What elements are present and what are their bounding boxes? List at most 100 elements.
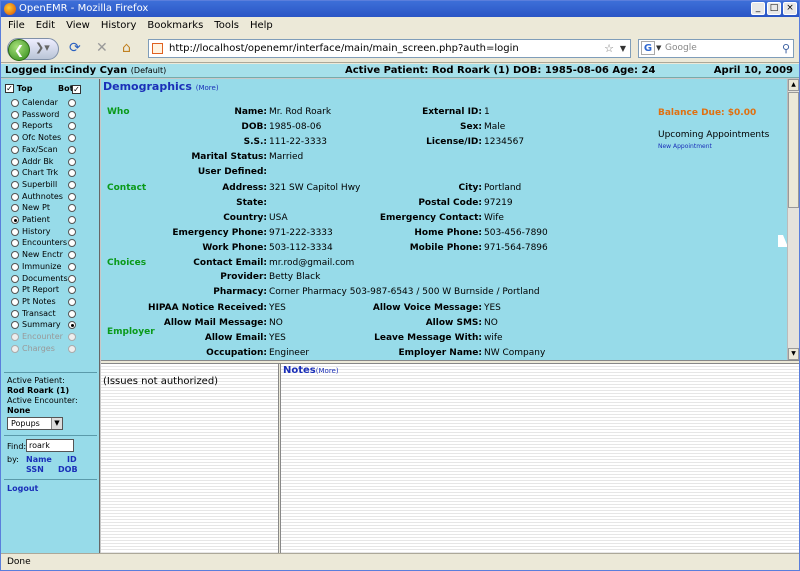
- menu-tools[interactable]: Tools: [214, 18, 239, 34]
- scroll-up-icon[interactable]: ▲: [788, 79, 799, 91]
- top-frame-radio[interactable]: [11, 122, 19, 131]
- top-frame-radio[interactable]: [11, 297, 19, 306]
- top-frame-radio[interactable]: [11, 216, 19, 224]
- top-frame-radio[interactable]: [11, 145, 19, 154]
- nav-item-fax-scan[interactable]: Fax/Scan: [11, 144, 91, 156]
- top-frame-radio[interactable]: [11, 239, 19, 248]
- menu-view[interactable]: View: [66, 18, 90, 34]
- bottom-frame-radio[interactable]: [68, 99, 76, 107]
- nav-item-pt-notes[interactable]: Pt Notes: [11, 296, 91, 308]
- bottom-frame-radio[interactable]: [68, 251, 76, 260]
- bottom-frame-radio[interactable]: [68, 286, 76, 295]
- search-bar[interactable]: G ▼ Google ⚲: [638, 39, 794, 58]
- stop-icon[interactable]: ✕: [96, 41, 108, 55]
- top-checkbox[interactable]: ✓: [5, 84, 14, 93]
- top-frame-radio[interactable]: [11, 251, 19, 260]
- bookmark-star-icon[interactable]: ☆: [604, 40, 614, 57]
- top-frame-radio[interactable]: [11, 157, 19, 166]
- find-by-name-link[interactable]: Name: [26, 455, 52, 464]
- url-dropdown-icon[interactable]: ▼: [620, 40, 626, 57]
- bottom-frame-radio[interactable]: [68, 274, 76, 283]
- bottom-frame-radio[interactable]: [68, 157, 76, 166]
- nav-item-charges[interactable]: Charges: [11, 343, 91, 355]
- top-frame-radio[interactable]: [11, 344, 19, 353]
- bottom-frame-radio[interactable]: [68, 180, 76, 189]
- find-by-ssn-link[interactable]: SSN: [26, 465, 44, 474]
- search-icon[interactable]: ⚲: [782, 40, 790, 57]
- top-frame-radio[interactable]: [11, 169, 19, 178]
- top-frame-radio[interactable]: [11, 134, 19, 143]
- top-frame-radio[interactable]: [11, 274, 19, 283]
- nav-item-encounter[interactable]: Encounter: [11, 331, 91, 343]
- top-frame-radio[interactable]: [11, 204, 19, 213]
- bottom-frame-radio[interactable]: [68, 262, 76, 271]
- bottom-frame-radio[interactable]: [68, 333, 76, 341]
- nav-item-summary[interactable]: Summary: [11, 319, 91, 331]
- bottom-frame-radio[interactable]: [68, 192, 76, 201]
- menu-bookmarks[interactable]: Bookmarks: [147, 18, 203, 34]
- nav-item-superbill[interactable]: Superbill: [11, 179, 91, 191]
- find-input[interactable]: roark: [26, 439, 74, 452]
- bottom-frame-radio[interactable]: [68, 204, 76, 213]
- bottom-frame-radio[interactable]: [68, 169, 76, 178]
- bottom-frame-radio[interactable]: [68, 344, 76, 353]
- bottom-frame-radio[interactable]: [68, 216, 76, 224]
- nav-item-chart-trk[interactable]: Chart Trk: [11, 167, 91, 179]
- find-by-dob-link[interactable]: DOB: [58, 465, 78, 474]
- top-frame-radio[interactable]: [11, 321, 19, 330]
- nav-item-documents[interactable]: Documents: [11, 273, 91, 285]
- new-appointment-link[interactable]: New Appointment: [658, 143, 712, 150]
- bottom-frame-radio[interactable]: [68, 122, 76, 131]
- find-by-id-link[interactable]: ID: [67, 455, 77, 464]
- nav-item-pt-report[interactable]: Pt Report: [11, 284, 91, 296]
- back-button[interactable]: ❮: [8, 39, 30, 61]
- minimize-button[interactable]: _: [751, 2, 765, 15]
- forward-button[interactable]: ❯▾: [35, 41, 50, 54]
- nav-item-reports[interactable]: Reports: [11, 120, 91, 132]
- nav-item-new-enctr[interactable]: New Enctr: [11, 249, 91, 261]
- demographics-scrollbar[interactable]: ▲ ▼: [787, 79, 799, 360]
- top-frame-radio[interactable]: [11, 333, 19, 341]
- bottom-frame-radio[interactable]: [68, 239, 76, 248]
- nav-item-transact[interactable]: Transact: [11, 308, 91, 320]
- top-frame-radio[interactable]: [11, 262, 19, 271]
- top-frame-radio[interactable]: [11, 309, 19, 318]
- menu-help[interactable]: Help: [250, 18, 273, 34]
- scroll-down-icon[interactable]: ▼: [788, 348, 799, 360]
- bottom-frame-radio[interactable]: [68, 134, 76, 143]
- top-frame-radio[interactable]: [11, 110, 19, 119]
- nav-item-immunize[interactable]: Immunize: [11, 261, 91, 273]
- nav-item-calendar[interactable]: Calendar: [11, 97, 91, 109]
- nav-item-authnotes[interactable]: Authnotes: [11, 191, 91, 203]
- search-engine-dropdown-icon[interactable]: ▼: [656, 40, 661, 57]
- top-frame-radio[interactable]: [11, 180, 19, 189]
- bottom-frame-radio[interactable]: [68, 110, 76, 119]
- reload-icon[interactable]: ⟳: [69, 41, 81, 55]
- bottom-frame-radio[interactable]: [68, 227, 76, 236]
- close-button[interactable]: ×: [783, 2, 797, 15]
- bottom-frame-radio[interactable]: [68, 297, 76, 306]
- nav-item-ofc-notes[interactable]: Ofc Notes: [11, 132, 91, 144]
- nav-item-encounters[interactable]: Encounters: [11, 237, 91, 249]
- bottom-frame-radio[interactable]: [68, 309, 76, 318]
- top-frame-radio[interactable]: [11, 99, 19, 107]
- maximize-button[interactable]: □: [767, 2, 781, 15]
- nav-item-password[interactable]: Password: [11, 109, 91, 121]
- nav-item-patient[interactable]: Patient: [11, 214, 91, 226]
- google-icon[interactable]: G: [641, 41, 655, 55]
- bottom-frame-radio[interactable]: [68, 321, 76, 330]
- notes-more-link[interactable]: (More): [316, 367, 339, 375]
- top-frame-radio[interactable]: [11, 227, 19, 236]
- menu-file[interactable]: File: [8, 18, 25, 34]
- bot-checkbox[interactable]: ✓: [72, 85, 81, 94]
- demographics-more-link[interactable]: (More): [196, 84, 219, 92]
- top-frame-radio[interactable]: [11, 286, 19, 295]
- scroll-thumb[interactable]: [788, 92, 799, 208]
- nav-item-history[interactable]: History: [11, 226, 91, 238]
- nav-item-new-pt[interactable]: New Pt: [11, 202, 91, 214]
- popups-select[interactable]: Popups ▼: [7, 417, 63, 430]
- url-bar[interactable]: http://localhost/openemr/interface/main/…: [148, 39, 631, 58]
- bottom-frame-radio[interactable]: [68, 145, 76, 154]
- home-icon[interactable]: ⌂: [122, 41, 131, 55]
- logout-link[interactable]: Logout: [7, 484, 38, 493]
